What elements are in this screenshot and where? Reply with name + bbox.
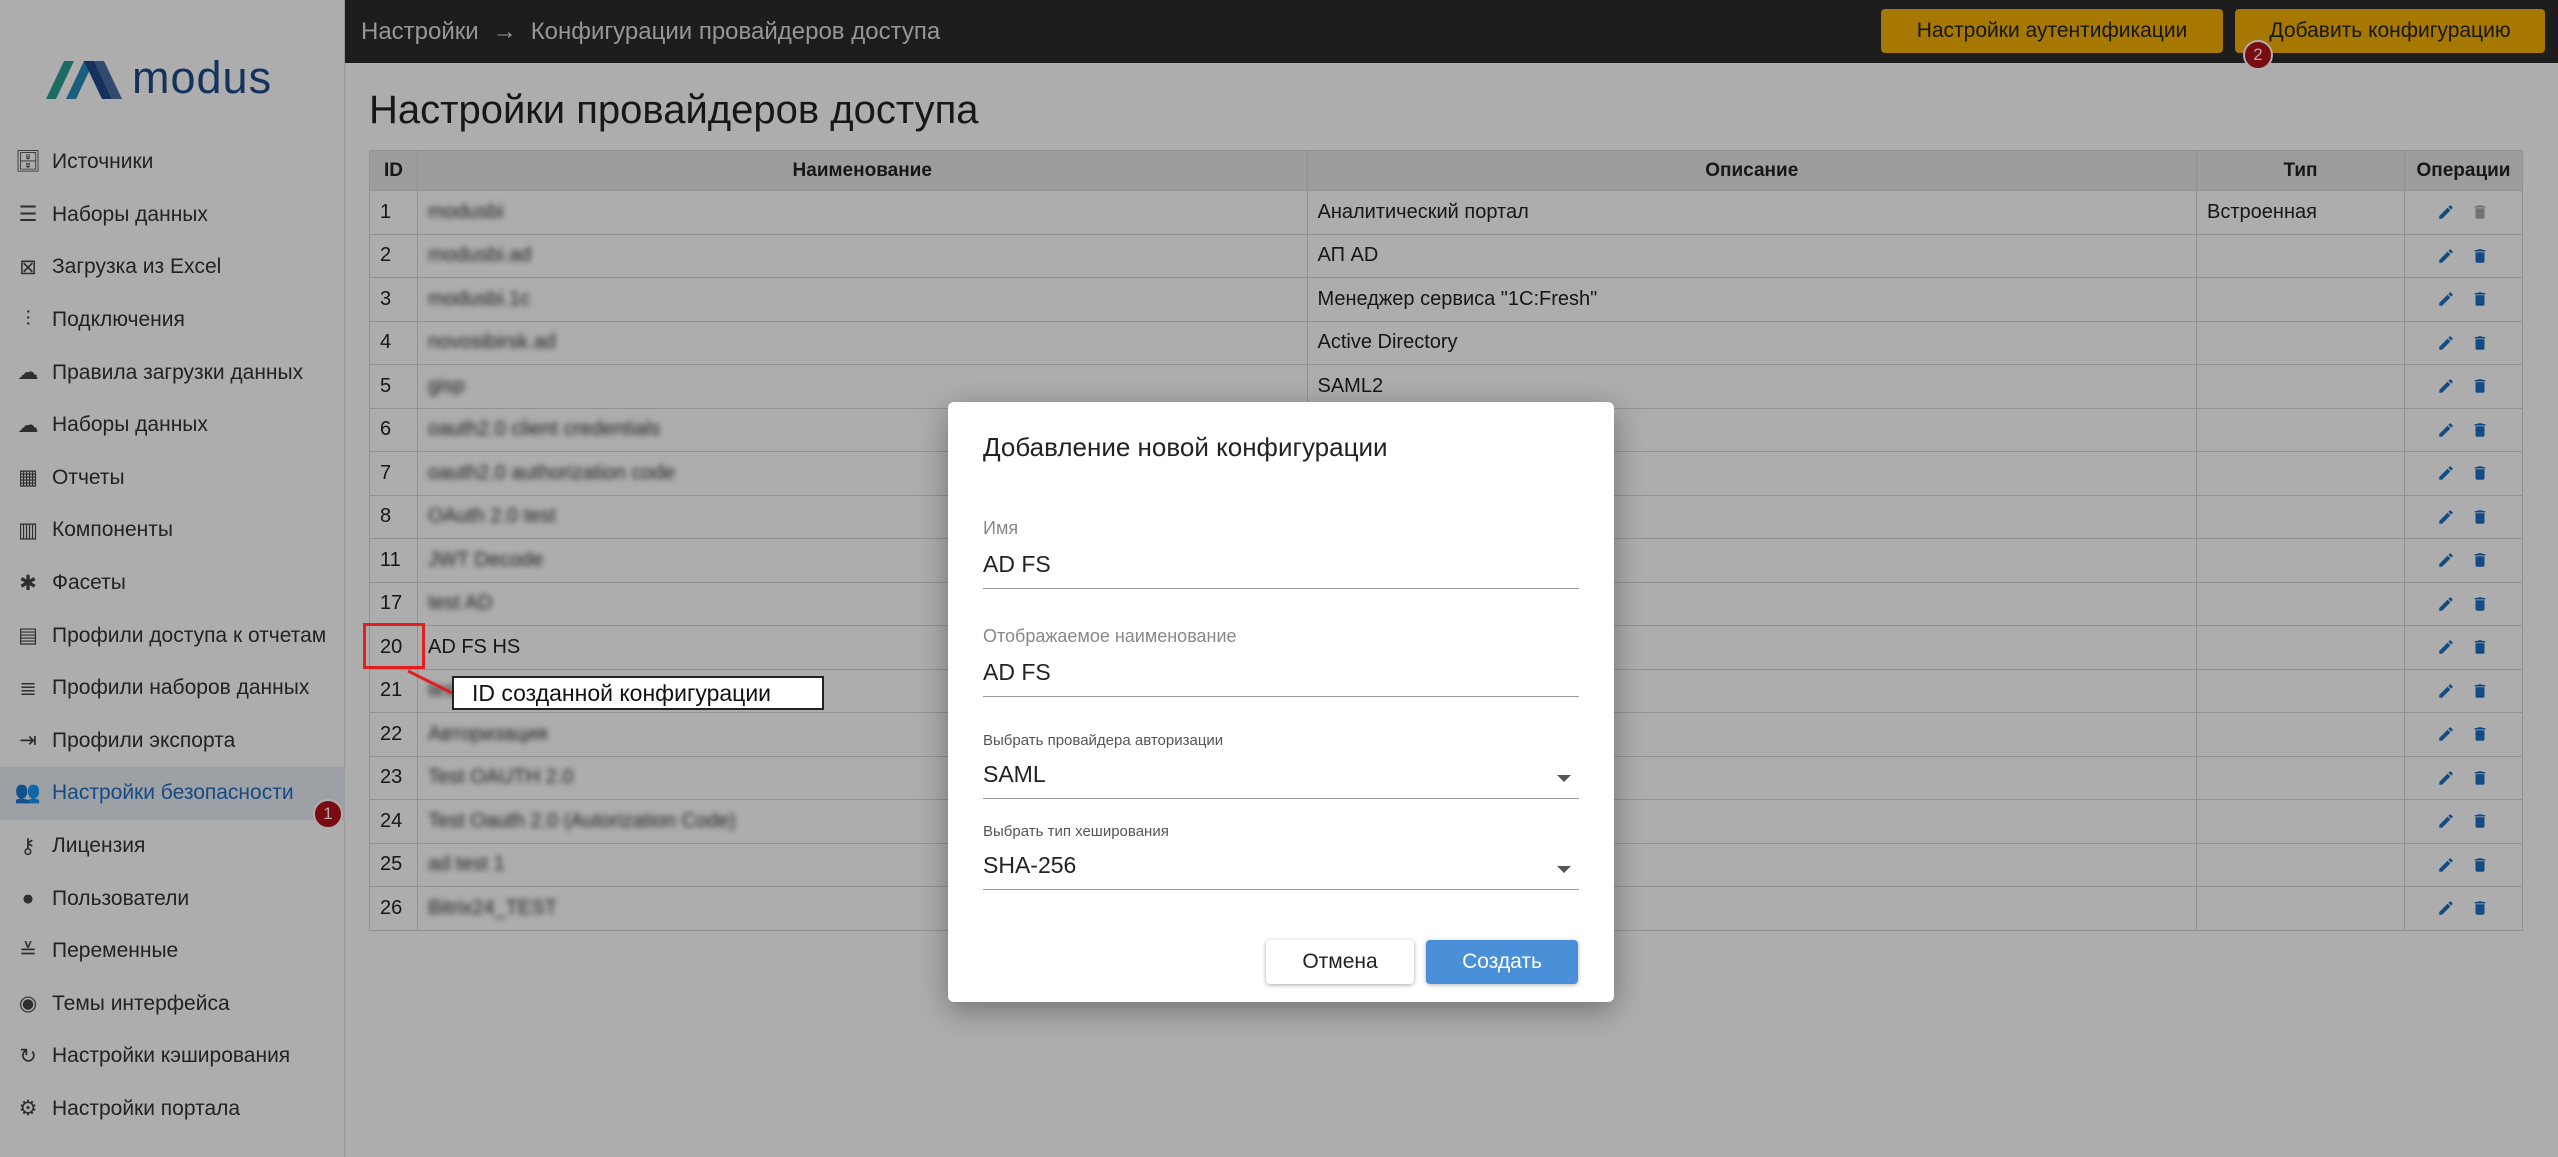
provider-select[interactable]: Выбрать провайдера авторизации SAML [983,732,1579,799]
annotation-arrow-icon [407,669,453,695]
display-name-value[interactable]: AD FS [983,659,1579,696]
hash-select[interactable]: Выбрать тип хеширования SHA-256 [983,823,1579,890]
provider-select-label: Выбрать провайдера авторизации [983,732,1224,749]
id-highlight-box [363,623,425,669]
create-button[interactable]: Создать [1426,940,1578,984]
hash-select-label: Выбрать тип хеширования [983,823,1169,840]
annotation-callout: ID созданной конфигурации [452,676,824,710]
chevron-down-icon[interactable] [1557,775,1571,782]
name-field-value[interactable]: AD FS [983,551,1579,588]
dialog-title: Добавление новой конфигурации [983,432,1388,462]
cancel-button[interactable]: Отмена [1266,940,1414,984]
add-config-dialog: Добавление новой конфигурации Имя AD FS … [948,402,1614,1002]
display-name-field[interactable]: Отображаемое наименование AD FS [983,626,1579,697]
chevron-down-icon[interactable] [1557,866,1571,873]
name-field[interactable]: Имя AD FS [983,518,1579,589]
hash-select-value[interactable]: SHA-256 [983,852,1579,889]
provider-select-value[interactable]: SAML [983,761,1579,798]
display-name-label: Отображаемое наименование [983,626,1237,646]
name-field-label: Имя [983,518,1019,538]
